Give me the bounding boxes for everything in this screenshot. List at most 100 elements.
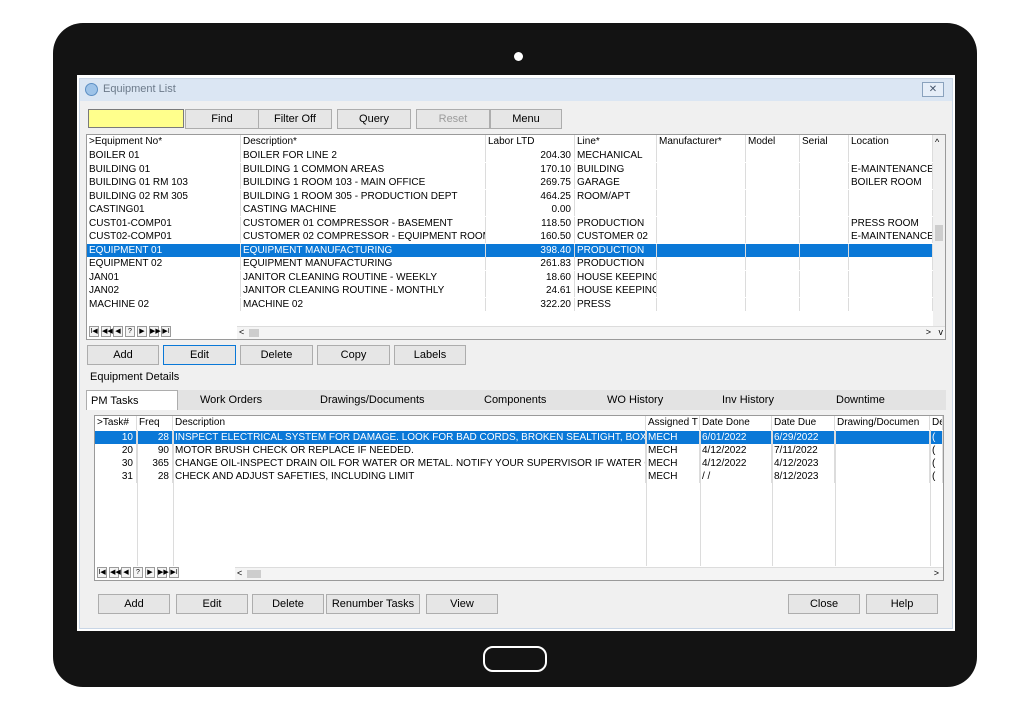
equipment-column-header: Description* [241,135,486,149]
task-column-header: Date Done [700,416,772,430]
equipment-cell [849,257,933,270]
view-task-button[interactable]: View [426,594,498,614]
equipment-cell: CUSTOMER 02 COMPRESSOR - EQUIPMENT ROOM [243,230,486,243]
equipment-cell [800,176,849,189]
app-icon [85,83,98,96]
equipment-cell: GARAGE [575,176,657,189]
task-cell: CHECK AND ADJUST SAFETIES, INCLUDING LIM… [173,470,646,483]
equipment-table-row[interactable]: CUST02-COMP01 CUSTOMER 02 COMPRESSOR - EQ… [87,230,933,243]
tab-downtime[interactable]: Downtime [836,390,885,410]
equipment-cell: 18.60 [486,270,575,284]
task-cell: 90 [137,444,173,457]
task-last-record-button[interactable]: ▶I [169,567,179,578]
equipment-first-record-button[interactable]: I◀ [89,326,99,337]
vertical-scroll-thumb[interactable] [935,225,943,241]
task-next-page-button[interactable]: ▶▶ [157,567,169,578]
equipment-cell: EQUIPMENT MANUFACTURING [241,243,486,257]
equipment-cell [800,162,849,176]
add-equipment-button[interactable]: Add [87,345,159,365]
equipment-table-row[interactable]: JAN02 JANITOR CLEANING ROUTINE - MONTHLY 2… [87,284,933,297]
tasks-scroll-left-arrow[interactable]: < [237,568,242,578]
task-first-record-button[interactable]: I◀ [97,567,107,578]
task-cell: ( [930,457,943,470]
task-table-row[interactable]: 20 90 MOTOR BRUSH CHECK OR REPLACE IF NEED… [95,444,943,457]
task-cell: 31 [95,470,137,483]
equipment-cell: 269.75 [486,176,575,189]
scroll-down-arrow[interactable]: v [939,327,944,337]
task-find-record-button[interactable]: ? [133,567,143,578]
tasks-scroll-thumb[interactable] [247,570,261,578]
find-button[interactable]: Find [185,109,259,129]
renumber-tasks-button[interactable]: Renumber Tasks [326,594,420,614]
task-table-row[interactable]: 10 28 INSPECT ELECTRICAL SYSTEM FOR DAMAGE… [95,431,943,444]
delete-task-button[interactable]: Delete [252,594,324,614]
menu-button[interactable]: Menu [490,109,562,129]
task-cell: 20 [95,444,137,457]
scroll-right-arrow[interactable]: > [926,327,931,337]
tab-components[interactable]: Components [484,390,546,410]
tasks-scroll-right-arrow[interactable]: > [934,568,939,578]
delete-equipment-button[interactable]: Delete [240,345,313,365]
equipment-next-page-button[interactable]: ▶▶ [149,326,161,337]
task-cell [835,470,930,483]
equipment-cell [657,284,746,297]
task-next-record-button[interactable]: ▶ [145,567,155,578]
equipment-cell [746,203,800,216]
equipment-table-row[interactable]: CASTING01 CASTING MACHINE 0.00 [87,203,933,216]
equipment-cell: EQUIPMENT MANUFACTURING [241,257,486,270]
task-prev-record-button[interactable]: ◀ [121,567,131,578]
help-button[interactable]: Help [866,594,938,614]
equipment-table-row[interactable]: MACHINE 02 MACHINE 02 322.20 PRESS [87,297,933,311]
task-cell: 4/12/2022 [700,457,772,470]
close-button[interactable]: Close [788,594,860,614]
equipment-cell [746,284,800,297]
equipment-table-row[interactable]: JAN01 JANITOR CLEANING ROUTINE - WEEKLY 18… [87,270,933,284]
home-button[interactable] [483,646,547,672]
equipment-cell [849,297,933,311]
task-table-row[interactable]: 30 365 CHANGE OIL-INSPECT DRAIN OIL FOR WA… [95,457,943,470]
tab-drawings-documents[interactable]: Drawings/Documents [320,390,425,410]
equipment-table-row[interactable]: BUILDING 02 RM 305 BUILDING 1 ROOM 305 - … [87,189,933,203]
tab-wo-history[interactable]: WO History [607,390,663,410]
search-input[interactable] [88,109,184,128]
labels-button[interactable]: Labels [394,345,466,365]
task-table-row[interactable]: 31 28 CHECK AND ADJUST SAFETIES, INCLUDING… [95,470,943,483]
window-title: Equipment List [103,83,176,95]
task-prev-page-button[interactable]: ◀◀ [109,567,121,578]
equipment-cell: EQUIPMENT 01 [87,243,241,257]
tab-work-orders[interactable]: Work Orders [200,390,262,410]
equipment-prev-record-button[interactable]: ◀ [113,326,123,337]
equipment-table-row[interactable]: BUILDING 01 BUILDING 1 COMMON AREAS 170.10… [87,162,933,176]
equipment-prev-page-button[interactable]: ◀◀ [101,326,113,337]
equipment-last-record-button[interactable]: ▶I [161,326,171,337]
reset-button[interactable]: Reset [416,109,490,129]
close-window-button[interactable]: ✕ [922,82,944,97]
equipment-cell: BUILDING 1 ROOM 305 - PRODUCTION DEPT [241,189,486,203]
equipment-table-row[interactable]: BUILDING 01 RM 103 BUILDING 1 ROOM 103 - … [87,176,933,189]
equipment-next-record-button[interactable]: ▶ [137,326,147,337]
equipment-cell: BUILDING 02 RM 305 [87,189,241,203]
tab-pm-tasks[interactable]: PM Tasks [86,390,178,410]
scroll-up-arrow[interactable]: ^ [935,137,939,147]
equipment-cell [746,216,800,230]
equipment-cell: BUILDING 01 [87,162,241,176]
edit-equipment-button[interactable]: Edit [163,345,236,365]
equipment-table-row[interactable]: EQUIPMENT 02 EQUIPMENT MANUFACTURING 261.8… [87,257,933,270]
equipment-table-row[interactable]: BOILER 01 BOILER FOR LINE 2 204.30 MECHANIC… [87,149,933,162]
equipment-cell [746,149,800,162]
equipment-table-row[interactable]: CUST01-COMP01 CUSTOMER 01 COMPRESSOR - BA… [87,216,933,230]
equipment-cell [657,230,746,243]
query-button[interactable]: Query [337,109,411,129]
copy-equipment-button[interactable]: Copy [317,345,390,365]
horizontal-scroll-thumb[interactable] [249,329,259,337]
equipment-table-row[interactable]: EQUIPMENT 01 EQUIPMENT MANUFACTURING 398.4… [87,243,933,257]
scroll-left-arrow[interactable]: < [239,327,244,337]
add-task-button[interactable]: Add [98,594,170,614]
equipment-vertical-scrollbar[interactable]: ^ [933,135,945,327]
equipment-find-record-button[interactable]: ? [125,326,135,337]
filter-off-button[interactable]: Filter Off [258,109,332,129]
edit-task-button[interactable]: Edit [176,594,248,614]
equipment-horizontal-scrollbar[interactable]: < > v [237,326,945,339]
tasks-horizontal-scrollbar[interactable]: < > [235,567,943,580]
tab-inv-history[interactable]: Inv History [722,390,774,410]
